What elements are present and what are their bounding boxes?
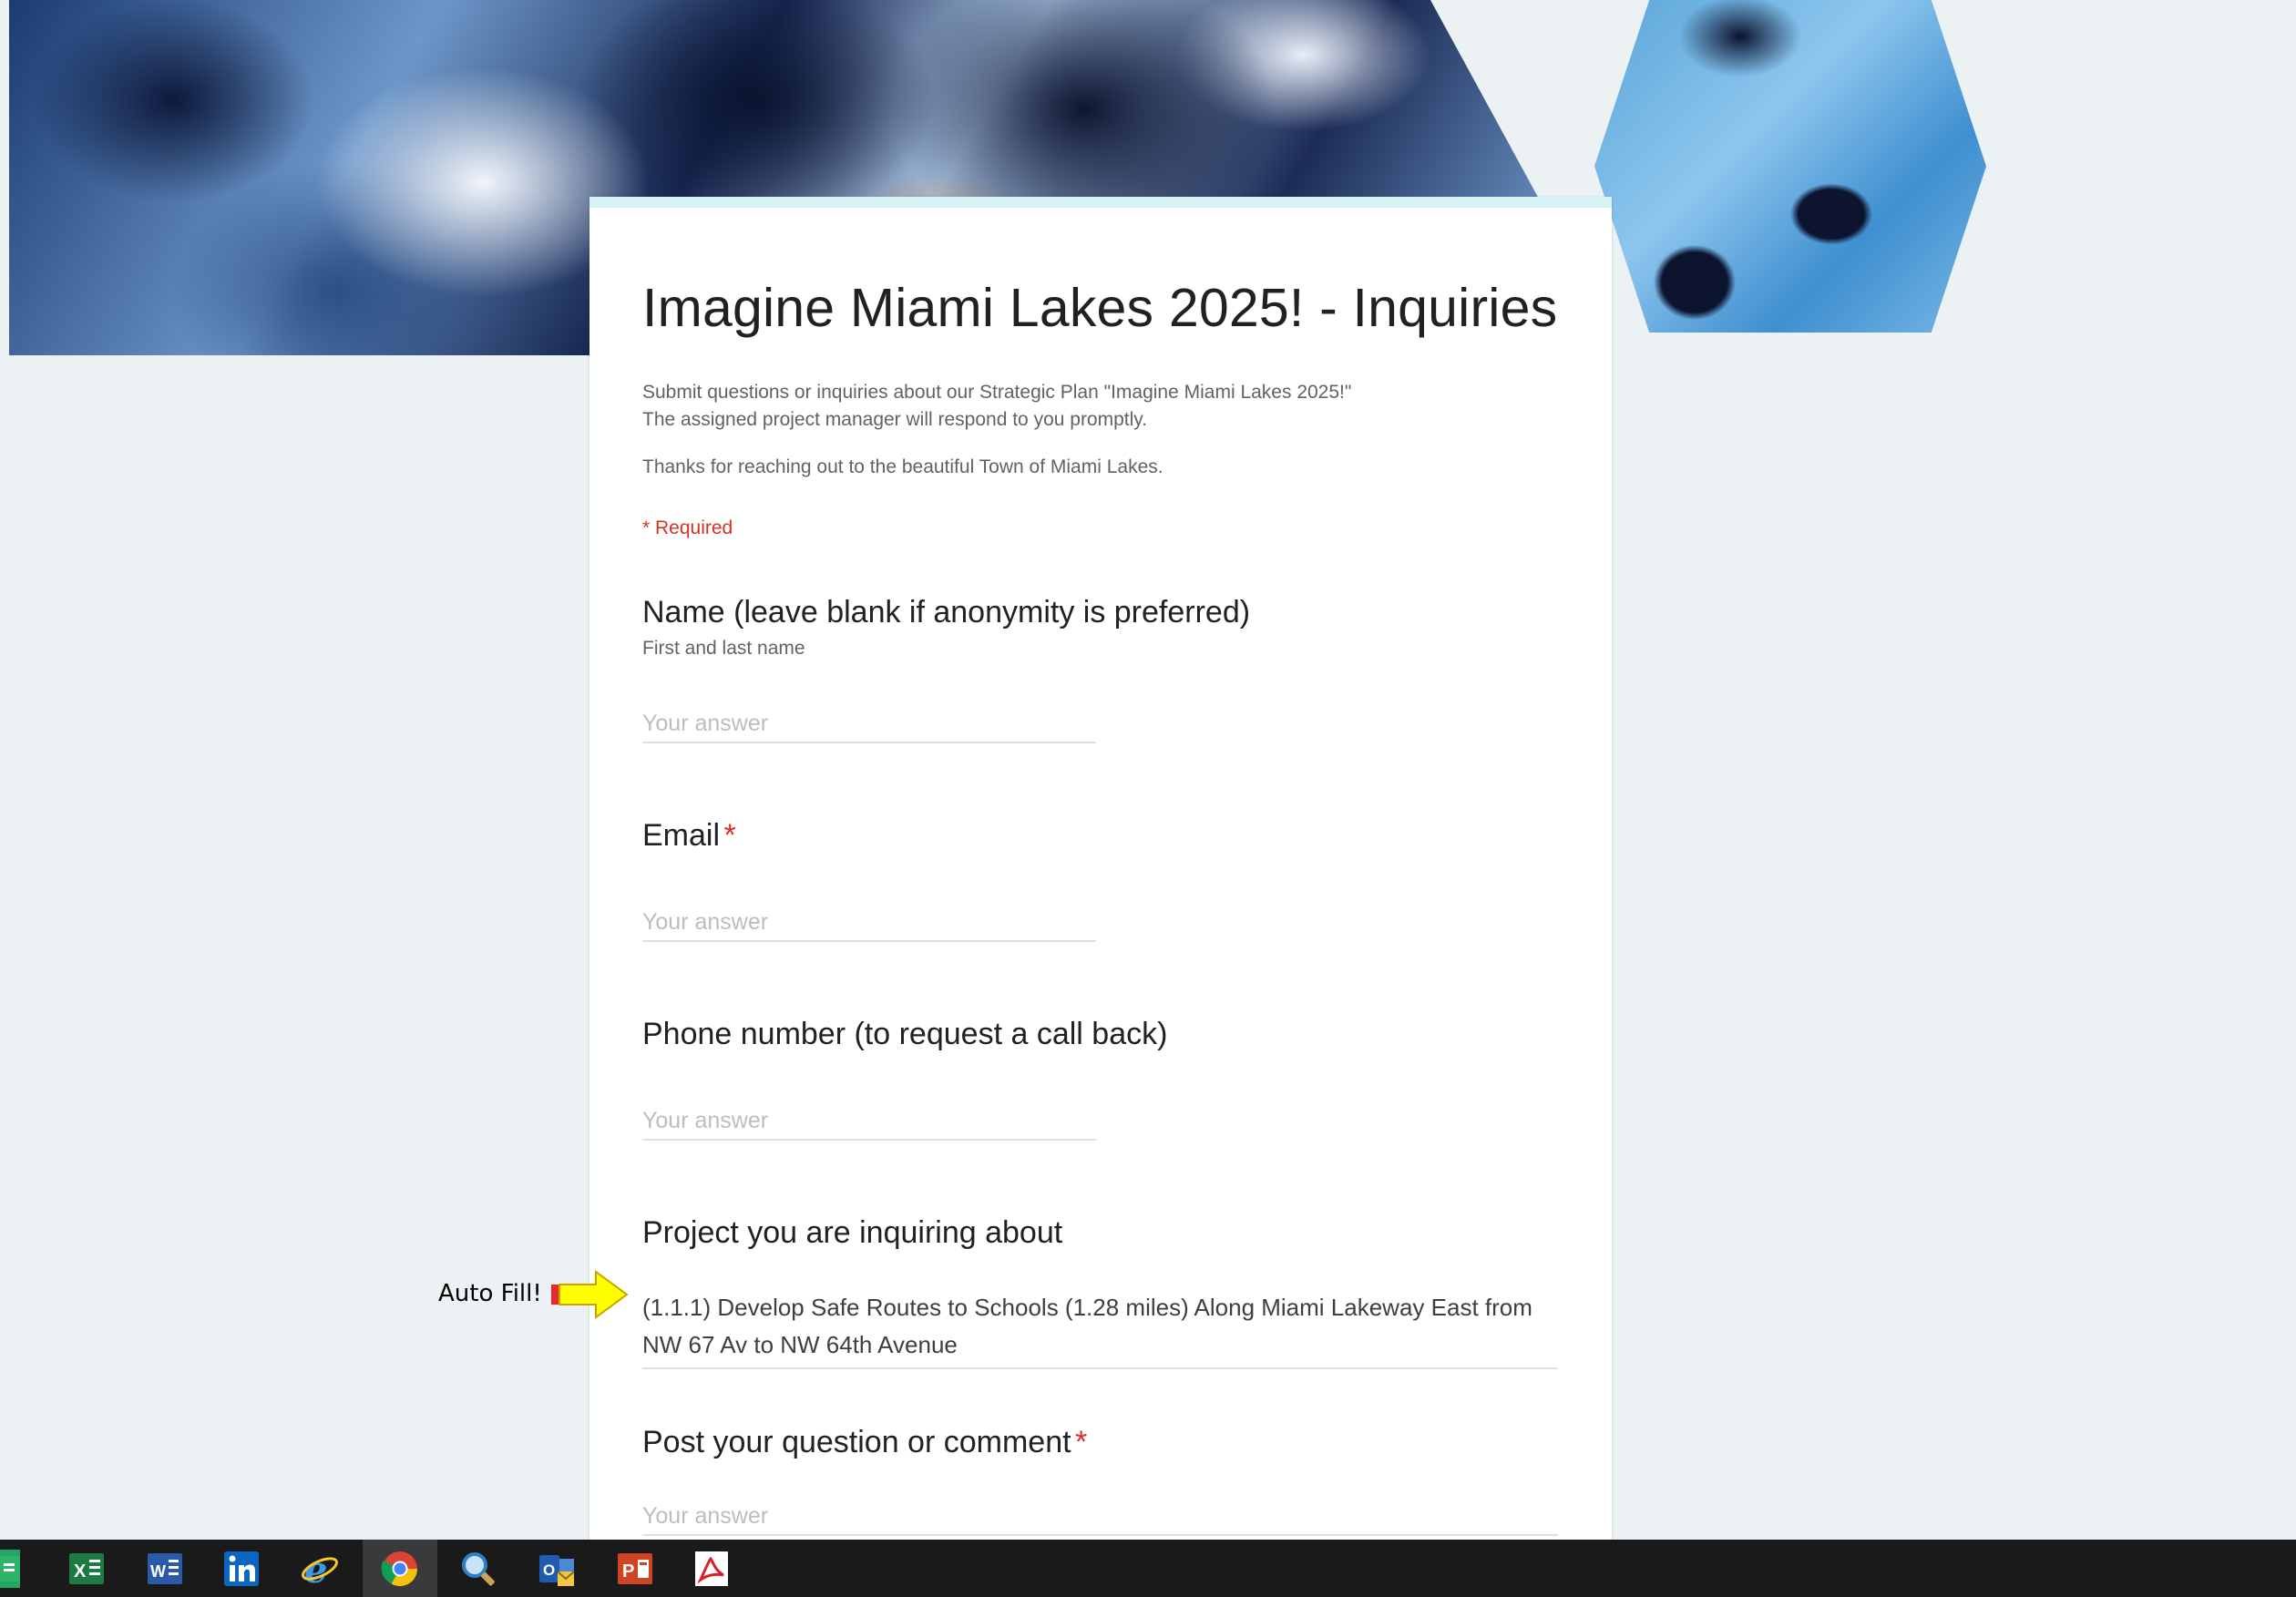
form-description-line-1: Submit questions or inquiries about our … [642, 382, 1352, 403]
linkedin-icon[interactable] [222, 1550, 261, 1588]
internet-explorer-icon[interactable]: e [301, 1550, 339, 1588]
search-magnifier-icon[interactable] [459, 1550, 497, 1588]
question-project: Project you are inquiring about [642, 1215, 1558, 1251]
chrome-icon[interactable] [363, 1540, 437, 1597]
name-input[interactable] [642, 705, 1096, 743]
arrow-right-icon [551, 1270, 629, 1319]
taskbar: X W e O P [0, 1540, 2296, 1597]
word-icon[interactable]: W [146, 1550, 184, 1588]
phone-input[interactable] [642, 1102, 1096, 1141]
question-name-label: Name (leave blank if anonymity is prefer… [642, 595, 1251, 630]
form-title: Imagine Miami Lakes 2025! - Inquiries [642, 278, 1558, 338]
excel-icon[interactable]: X [67, 1550, 106, 1588]
acrobat-icon[interactable] [692, 1550, 731, 1588]
question-comment: Post your question or comment * [642, 1425, 1558, 1460]
header-hexagon-image [1594, 0, 1986, 333]
form-card: Imagine Miami Lakes 2025! - Inquiries Su… [589, 197, 1612, 1597]
question-comment-required-mark: * [1075, 1425, 1088, 1459]
question-phone: Phone number (to request a call back) [642, 1017, 1558, 1052]
sheets-icon[interactable] [0, 1550, 20, 1588]
autofill-annotation-label: Auto Fill! [438, 1280, 542, 1307]
question-project-label: Project you are inquiring about [642, 1215, 1063, 1250]
form-description-line-3: Thanks for reaching out to the beautiful… [642, 456, 1163, 477]
comment-input[interactable] [642, 1498, 1558, 1536]
svg-text:O: O [543, 1561, 555, 1579]
screen: Imagine Miami Lakes 2025! - Inquiries Su… [0, 0, 2296, 1597]
required-note: * Required [642, 517, 733, 538]
question-email-required-mark: * [723, 818, 736, 853]
svg-text:P: P [622, 1561, 634, 1582]
form-description-line-2: The assigned project manager will respon… [642, 409, 1148, 430]
project-input[interactable]: (1.1.1) Develop Safe Routes to Schools (… [642, 1289, 1558, 1369]
question-name-help: First and last name [642, 638, 805, 659]
question-email-label: Email [642, 818, 721, 853]
svg-text:X: X [74, 1561, 87, 1582]
outlook-icon[interactable]: O [538, 1550, 576, 1588]
svg-text:W: W [150, 1562, 166, 1581]
question-phone-label: Phone number (to request a call back) [642, 1017, 1168, 1051]
question-name: Name (leave blank if anonymity is prefer… [642, 595, 1558, 660]
email-input[interactable] [642, 904, 1096, 942]
question-email: Email * [642, 818, 1558, 854]
powerpoint-icon[interactable]: P [616, 1550, 654, 1588]
question-comment-label: Post your question or comment [642, 1425, 1071, 1459]
